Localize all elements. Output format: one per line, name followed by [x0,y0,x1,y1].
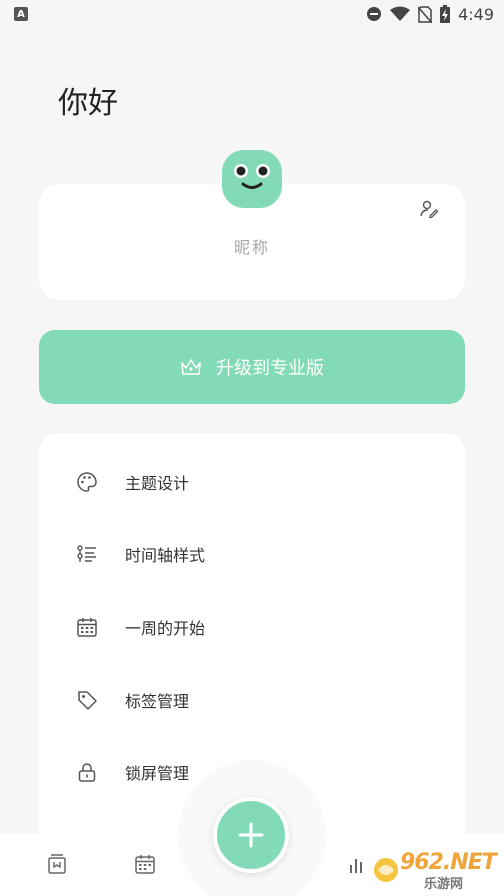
avatar[interactable] [222,150,282,208]
stats-icon [350,859,362,873]
settings-item-label: 锁屏管理 [125,764,190,783]
watermark-sub: 乐游网 [424,877,464,892]
timeline-list-icon [75,542,99,566]
app-notification-icon: A [14,7,28,21]
archive-icon [48,854,66,874]
status-clock: 4:49 [458,4,494,24]
upgrade-pro-button[interactable]: 升级到专业版 [39,330,465,404]
no-sim-icon [418,5,433,23]
nav-calendar-button[interactable] [133,852,157,876]
settings-item-timeline-style[interactable]: 时间轴样式 [39,524,465,584]
smiley-face-icon [234,164,270,189]
calendar-icon [75,615,99,639]
calendar-grid-icon [135,855,155,874]
edit-profile-button[interactable] [415,195,443,223]
nickname-label[interactable]: 昵称 [39,234,465,258]
settings-item-tag-management[interactable]: 标签管理 [39,670,465,730]
nav-stats-button[interactable] [346,852,370,876]
status-bar: A 4:49 [0,0,504,28]
crown-icon [181,359,201,375]
settings-item-week-start[interactable]: 一周的开始 [39,597,465,657]
watermark-brand: 962.NET [400,850,497,875]
page-title: 你好 [58,86,118,121]
settings-item-label: 一周的开始 [125,619,206,638]
add-entry-button[interactable] [213,797,289,873]
nav-archive-button[interactable] [45,852,69,876]
settings-item-label: 标签管理 [125,692,190,711]
palette-icon [75,470,99,494]
battery-charging-icon [440,5,451,23]
tag-icon [75,688,99,712]
settings-item-label: 主题设计 [125,474,190,493]
settings-item-label: 时间轴样式 [125,546,206,565]
wifi-icon [390,6,411,21]
lock-icon [75,760,99,784]
upgrade-label: 升级到专业版 [216,358,324,379]
user-edit-icon [420,200,439,219]
settings-item-theme[interactable]: 主题设计 [39,452,465,512]
do-not-disturb-icon [367,7,382,21]
plus-icon [238,822,264,848]
